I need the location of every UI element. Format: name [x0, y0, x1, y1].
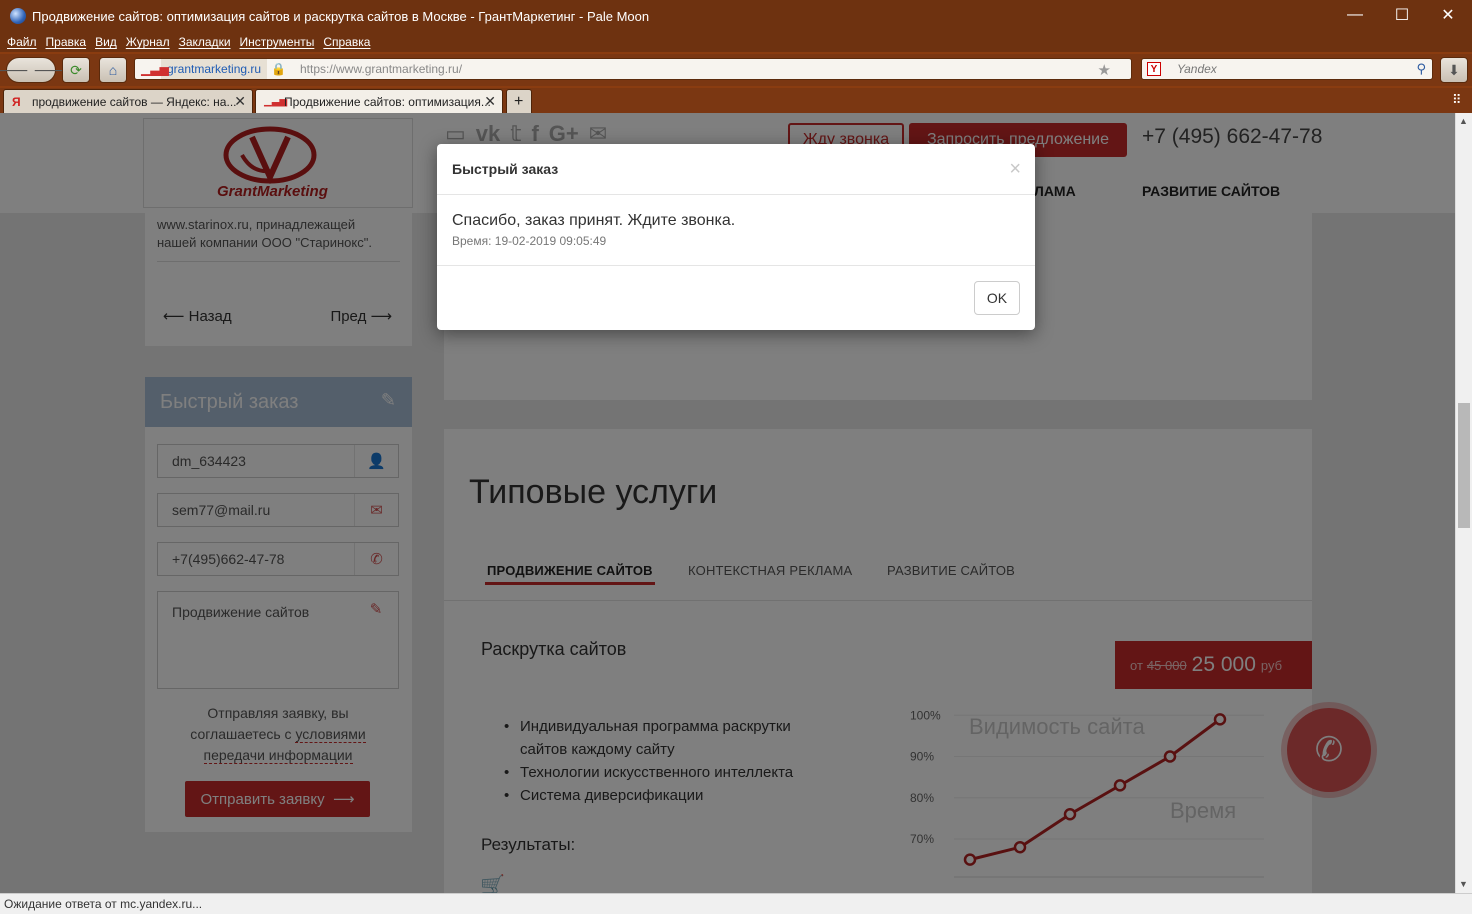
tab-yandex-search[interactable]: Я продвижение сайтов — Яндекс: на... ✕: [3, 89, 253, 113]
menu-edit[interactable]: Правка: [46, 35, 87, 49]
yandex-favicon-icon: Я: [12, 94, 21, 109]
modal-message: Спасибо, заказ принят. Ждите звонка.: [452, 212, 736, 229]
status-bar: Ожидание ответа от mc.yandex.ru...: [0, 893, 1472, 914]
minimize-button[interactable]: —: [1332, 0, 1378, 30]
navigation-toolbar: 🡐 🡒 ⟳ ⌂ ▁▃▅ grantmarketing.ru 🔒 https://…: [0, 54, 1472, 86]
close-icon[interactable]: ×: [1009, 158, 1021, 181]
modal-timestamp: Время: 19-02-2019 09:05:49: [452, 234, 607, 248]
back-arrow-icon[interactable]: 🡐: [0, 62, 29, 79]
menu-file[interactable]: Файл: [7, 35, 37, 49]
modal-divider: [437, 265, 1035, 266]
scroll-thumb[interactable]: [1458, 403, 1470, 528]
tab-label: Продвижение сайтов: оптимизация...: [284, 94, 491, 109]
bookmark-star-icon[interactable]: ★: [1098, 61, 1111, 79]
menu-view[interactable]: Вид: [95, 35, 117, 49]
home-icon[interactable]: ⌂: [99, 57, 127, 83]
menu-bar: Файл Правка Вид Журнал Закладки Инструме…: [0, 32, 1472, 52]
window-title: Продвижение сайтов: оптимизация сайтов и…: [32, 8, 650, 24]
pale-moon-icon: [10, 8, 26, 24]
quick-order-modal: Быстрый заказ × Спасибо, заказ принят. Ж…: [437, 144, 1035, 330]
menu-tools[interactable]: Инструменты: [240, 35, 315, 49]
download-icon[interactable]: ⬇: [1440, 57, 1468, 83]
modal-header: Быстрый заказ ×: [437, 144, 1035, 195]
new-tab-icon[interactable]: +: [506, 89, 532, 113]
url-text[interactable]: https://www.grantmarketing.ru/: [300, 62, 462, 76]
menu-help[interactable]: Справка: [323, 35, 370, 49]
scroll-down-icon[interactable]: ▼: [1459, 879, 1468, 889]
address-bar[interactable]: ▁▃▅ grantmarketing.ru 🔒 https://www.gran…: [134, 58, 1132, 80]
status-text: Ожидание ответа от mc.yandex.ru...: [4, 897, 203, 911]
scroll-up-icon[interactable]: ▲: [1459, 116, 1468, 126]
back-forward-button[interactable]: 🡐 🡒: [0, 57, 71, 83]
tab-label: продвижение сайтов — Яндекс: на...: [32, 94, 237, 109]
lock-icon: 🔒: [271, 62, 286, 76]
search-bar[interactable]: Y Yandex ⚲: [1141, 58, 1433, 80]
yandex-icon[interactable]: Y: [1147, 62, 1161, 76]
modal-title: Быстрый заказ: [452, 161, 559, 177]
signal-bars-icon: ▁▃▅: [141, 62, 169, 76]
tab-list-icon[interactable]: ⠿: [1452, 92, 1462, 108]
search-placeholder[interactable]: Yandex: [1177, 62, 1217, 76]
tab-close-icon[interactable]: ✕: [484, 93, 496, 110]
site-identity[interactable]: grantmarketing.ru: [161, 59, 268, 79]
ok-button[interactable]: OK: [974, 281, 1020, 315]
menu-history[interactable]: Журнал: [126, 35, 170, 49]
window-titlebar: Продвижение сайтов: оптимизация сайтов и…: [0, 0, 1472, 32]
page-scrollbar[interactable]: ▲ ▼: [1455, 113, 1472, 893]
signal-bars-favicon-icon: ▁▃▅: [264, 96, 288, 107]
close-window-button[interactable]: ✕: [1425, 0, 1471, 30]
menu-bookmarks[interactable]: Закладки: [179, 35, 231, 49]
tab-grantmarketing[interactable]: ▁▃▅ Продвижение сайтов: оптимизация... ✕: [255, 89, 503, 113]
reload-icon[interactable]: ⟳: [62, 57, 90, 83]
tab-close-icon[interactable]: ✕: [234, 93, 246, 110]
maximize-button[interactable]: ☐: [1379, 0, 1425, 30]
tab-bar: Я продвижение сайтов — Яндекс: на... ✕ ▁…: [0, 88, 1472, 113]
search-icon[interactable]: ⚲: [1416, 61, 1426, 77]
